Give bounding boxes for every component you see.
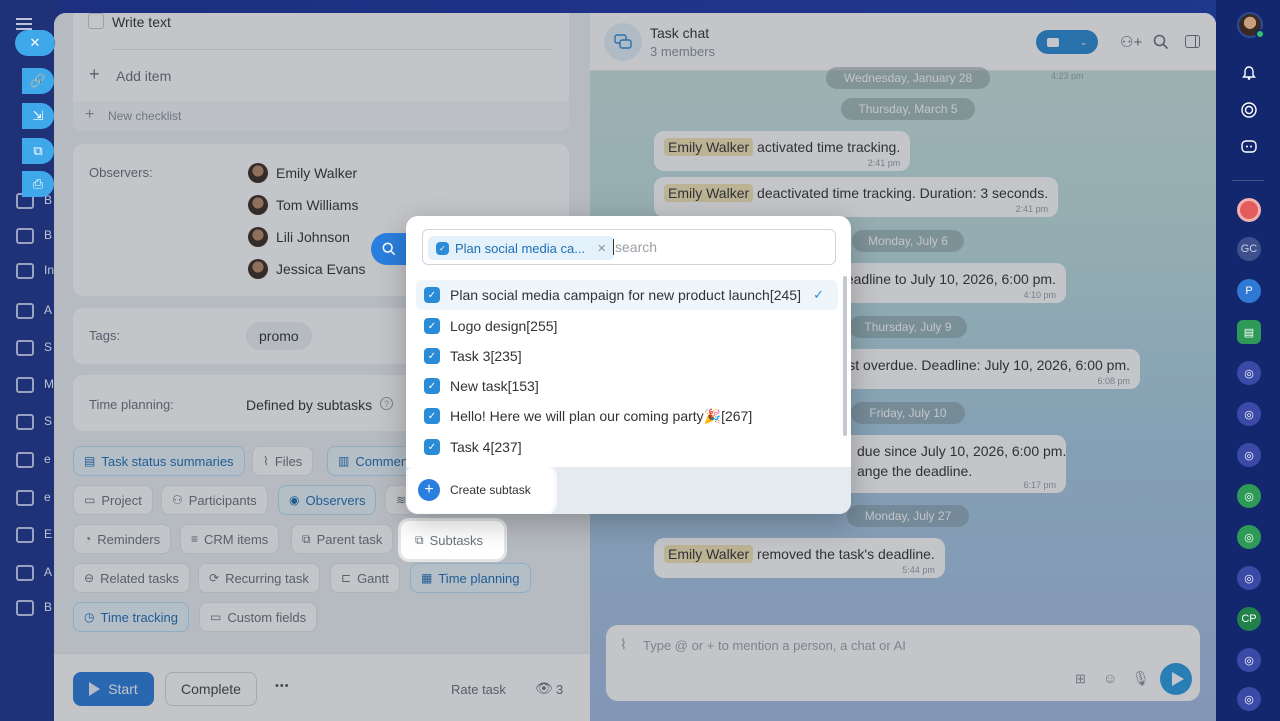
print-button[interactable]: ⎙ bbox=[22, 171, 54, 197]
avatar-initials: CP bbox=[1241, 613, 1257, 625]
task-icon: ✓ bbox=[424, 378, 440, 394]
subtask-picker-popup: ✓ Plan social media ca... ✕ search ✓ Plan s… bbox=[406, 216, 851, 514]
nav-icon-7[interactable] bbox=[16, 414, 34, 430]
group-chat-icon[interactable]: ◎ bbox=[1237, 566, 1261, 590]
selected-task-chip[interactable]: ✓ Plan social media ca... ✕ bbox=[428, 236, 615, 260]
task-icon: ✓ bbox=[436, 241, 449, 255]
nav-label[interactable]: S bbox=[44, 414, 52, 428]
printer-icon: ⎙ bbox=[32, 176, 44, 191]
button-label: Create subtask bbox=[450, 483, 531, 497]
create-subtask-button[interactable]: + Create subtask bbox=[408, 467, 554, 513]
nav-icon-10[interactable] bbox=[16, 527, 34, 543]
task-option[interactable]: ✓ New task[153] bbox=[416, 371, 838, 401]
group-chat-icon[interactable]: ◎ bbox=[1237, 484, 1261, 508]
scrollbar[interactable] bbox=[843, 276, 847, 436]
nav-label[interactable]: A bbox=[44, 565, 52, 579]
chat-avatar[interactable]: P bbox=[1237, 279, 1261, 303]
task-title: Logo design[255] bbox=[450, 318, 558, 334]
task-option[interactable]: ✓ Logo design[255] bbox=[416, 311, 838, 341]
link-icon: 🔗 bbox=[29, 73, 47, 88]
task-title: Hello! Here we will plan our coming part… bbox=[450, 407, 753, 424]
chat-avatar[interactable]: CP bbox=[1237, 607, 1261, 631]
nav-icon-2[interactable] bbox=[16, 228, 34, 244]
external-link-icon: ⧉ bbox=[33, 143, 43, 158]
activity-icon[interactable] bbox=[1237, 98, 1261, 122]
nav-label[interactable]: B bbox=[44, 228, 52, 242]
nav-label[interactable]: E bbox=[44, 527, 52, 541]
task-title: New task[153] bbox=[450, 378, 539, 394]
subtasks-icon: ⧉ bbox=[415, 532, 424, 547]
nav-label[interactable]: A bbox=[44, 303, 52, 317]
chip-label: Plan social media ca... bbox=[455, 240, 586, 256]
nav-icon-8[interactable] bbox=[16, 452, 34, 468]
plus-icon: + bbox=[418, 479, 440, 501]
search-wrapper: ✓ Plan social media ca... ✕ search bbox=[418, 225, 840, 269]
nav-icon-5[interactable] bbox=[16, 340, 34, 356]
checkmark-icon: ✓ bbox=[813, 287, 824, 302]
arrow-down-right-icon: ⇲ bbox=[32, 108, 44, 123]
nav-label[interactable]: e bbox=[44, 490, 51, 504]
right-sidebar: GC P ▤ ◎ ◎ ◎ ◎ ◎ ◎ CP ◎ ◎ bbox=[1216, 0, 1280, 721]
nav-label[interactable]: e bbox=[44, 452, 51, 466]
group-chat-icon[interactable]: ◎ bbox=[1237, 361, 1261, 385]
search-input[interactable]: search bbox=[613, 239, 657, 255]
nav-label[interactable]: In bbox=[44, 263, 54, 277]
group-chat-icon[interactable]: ◎ bbox=[1237, 402, 1261, 426]
group-chat-icon[interactable]: ◎ bbox=[1237, 687, 1261, 711]
minimize-button[interactable]: ⇲ bbox=[22, 103, 54, 129]
search-field[interactable]: ✓ Plan social media ca... ✕ search bbox=[422, 229, 836, 265]
task-icon: ✓ bbox=[424, 318, 440, 334]
search-button[interactable] bbox=[371, 233, 407, 265]
copy-link-button[interactable]: 🔗 bbox=[22, 68, 54, 94]
nav-icon-11[interactable] bbox=[16, 565, 34, 581]
close-button[interactable]: ✕ bbox=[15, 30, 55, 56]
task-option[interactable]: ✓ Hello! Here we will plan our coming par… bbox=[416, 401, 838, 431]
task-option[interactable]: ✓ Task 3[235] bbox=[416, 341, 838, 371]
chat-avatar[interactable]: GC bbox=[1237, 237, 1261, 261]
nav-icon-6[interactable] bbox=[16, 377, 34, 393]
task-icon: ✓ bbox=[424, 348, 440, 364]
task-icon: ✓ bbox=[424, 408, 440, 424]
nav-icon-4[interactable] bbox=[16, 303, 34, 319]
chip-label: Subtasks bbox=[429, 532, 484, 548]
nav-label[interactable]: B bbox=[44, 600, 52, 614]
task-title: Task 4[237] bbox=[450, 439, 522, 455]
close-icon[interactable]: ✕ bbox=[597, 242, 606, 255]
avatar-initials: GC bbox=[1240, 243, 1258, 255]
task-title: Task 3[235] bbox=[450, 348, 522, 364]
task-icon: ✓ bbox=[424, 287, 440, 303]
online-dot-icon bbox=[1255, 29, 1265, 39]
task-option[interactable]: ✓ Task 4[237] bbox=[416, 432, 838, 462]
nav-icon-3[interactable] bbox=[16, 263, 34, 279]
nav-label[interactable]: M bbox=[44, 377, 54, 391]
alert-avatar-icon[interactable] bbox=[1237, 198, 1261, 222]
task-icon: ✓ bbox=[424, 439, 440, 455]
nav-icon-12[interactable] bbox=[16, 600, 34, 616]
search-icon bbox=[382, 242, 396, 256]
close-icon: ✕ bbox=[29, 35, 41, 50]
group-chat-icon[interactable]: ◎ bbox=[1237, 648, 1261, 672]
nav-label[interactable]: S bbox=[44, 340, 52, 354]
chip-subtasks[interactable]: ⧉ Subtasks bbox=[405, 525, 494, 555]
avatar-initials: P bbox=[1245, 285, 1253, 297]
menu-icon[interactable] bbox=[16, 18, 32, 30]
task-title: Plan social media campaign for new produ… bbox=[450, 287, 801, 303]
bell-icon[interactable] bbox=[1237, 61, 1261, 85]
divider bbox=[1232, 180, 1264, 181]
copilot-icon[interactable] bbox=[1237, 135, 1261, 159]
contact-card-icon[interactable]: ▤ bbox=[1237, 320, 1261, 344]
nav-icon-9[interactable] bbox=[16, 490, 34, 506]
task-option[interactable]: ✓ Plan social media campaign for new prod… bbox=[416, 280, 838, 310]
group-chat-icon[interactable]: ◎ bbox=[1237, 443, 1261, 467]
group-chat-icon[interactable]: ◎ bbox=[1237, 525, 1261, 549]
open-new-window-button[interactable]: ⧉ bbox=[22, 138, 54, 164]
